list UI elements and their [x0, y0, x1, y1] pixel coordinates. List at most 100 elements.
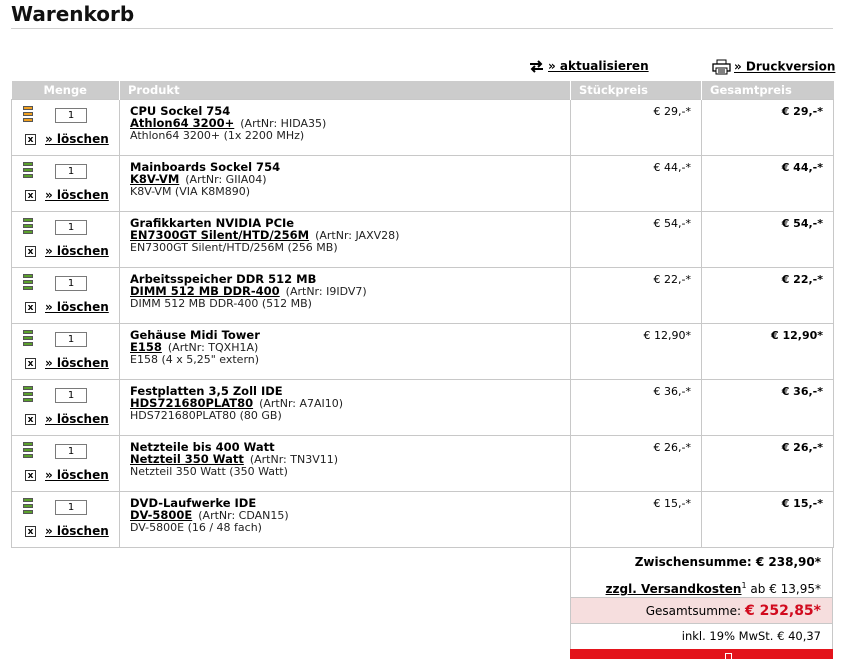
delete-link[interactable]: » löschen: [45, 188, 109, 202]
table-row: x » löschen CPU Sockel 754 Athlon64 3200…: [11, 99, 834, 156]
quantity-input[interactable]: [55, 108, 87, 123]
shipping-value: ab € 13,95*: [750, 582, 821, 596]
product-description: EN7300GT Silent/HTD/256M (256 MB): [130, 241, 338, 254]
delete-checkbox[interactable]: x: [25, 190, 36, 201]
checkout-icon: [725, 653, 732, 659]
table-row: x » löschen Arbeitsspeicher DDR 512 MB D…: [11, 267, 834, 324]
unit-price: € 15,-*: [653, 497, 691, 510]
total-price: € 44,-*: [781, 161, 823, 174]
total-price: € 12,90*: [770, 329, 823, 342]
table-row: x » löschen Gehäuse Midi Tower E158(ArtN…: [11, 323, 834, 380]
product-name-link[interactable]: DIMM 512 MB DDR-400: [130, 284, 280, 298]
product-name-link[interactable]: DV-5800E: [130, 508, 192, 522]
quantity-input[interactable]: [55, 332, 87, 347]
header-produkt: Produkt: [119, 81, 571, 100]
header-menge: Menge: [11, 81, 120, 100]
product-description: Netzteil 350 Watt (350 Watt): [130, 465, 288, 478]
header-stueckpreis: Stückpreis: [570, 81, 702, 100]
subtotal-value: € 238,90*: [755, 555, 821, 569]
product-name-link[interactable]: K8V-VM: [130, 172, 179, 186]
unit-price: € 26,-*: [653, 441, 691, 454]
refresh-action[interactable]: » aktualisieren: [528, 59, 649, 74]
stock-indicator-icon: [23, 442, 33, 460]
unit-price: € 44,-*: [653, 161, 691, 174]
delete-checkbox[interactable]: x: [25, 414, 36, 425]
product-name-link[interactable]: E158: [130, 340, 162, 354]
product-description: DV-5800E (16 / 48 fach): [130, 521, 262, 534]
total-price: € 29,-*: [781, 105, 823, 118]
product-category: Gehäuse Midi Tower: [130, 328, 260, 342]
refresh-icon: [530, 60, 543, 73]
quantity-input[interactable]: [55, 500, 87, 515]
delete-checkbox[interactable]: x: [25, 358, 36, 369]
refresh-link[interactable]: » aktualisieren: [548, 59, 649, 73]
printer-icon: [712, 59, 731, 75]
quantity-input[interactable]: [55, 164, 87, 179]
product-description: HDS721680PLAT80 (80 GB): [130, 409, 282, 422]
print-link[interactable]: » Druckversion: [734, 60, 835, 74]
delete-link[interactable]: » löschen: [45, 468, 109, 482]
delete-link[interactable]: » löschen: [45, 244, 109, 258]
title-divider: [11, 28, 833, 29]
stock-indicator-icon: [23, 498, 33, 516]
total-price: € 22,-*: [781, 273, 823, 286]
order-summary: Zwischensumme: € 238,90* zzgl. Versandko…: [570, 548, 833, 659]
checkout-bar[interactable]: [570, 649, 833, 659]
table-row: x » löschen DVD-Laufwerke IDE DV-5800E(A…: [11, 491, 834, 548]
total-price: € 26,-*: [781, 441, 823, 454]
product-name-link[interactable]: HDS721680PLAT80: [130, 396, 253, 410]
shipping-footnote: 1: [741, 581, 747, 590]
subtotal-label: Zwischensumme:: [634, 555, 752, 569]
unit-price: € 29,-*: [653, 105, 691, 118]
product-name-link[interactable]: EN7300GT Silent/HTD/256M: [130, 228, 309, 242]
delete-link[interactable]: » löschen: [45, 356, 109, 370]
shipping-row: zzgl. Versandkosten1 ab € 13,95*: [570, 575, 833, 597]
unit-price: € 12,90*: [643, 329, 692, 342]
unit-price: € 54,-*: [653, 217, 691, 230]
table-row: x » löschen Festplatten 3,5 Zoll IDE HDS…: [11, 379, 834, 436]
table-header: Menge Produkt Stückpreis Gesamtpreis: [11, 81, 834, 100]
product-name-link[interactable]: Athlon64 3200+: [130, 116, 234, 130]
delete-link[interactable]: » löschen: [45, 300, 109, 314]
product-description: K8V-VM (VIA K8M890): [130, 185, 251, 198]
print-action[interactable]: » Druckversion: [712, 59, 835, 75]
unit-price: € 36,-*: [653, 385, 691, 398]
stock-indicator-icon: [23, 218, 33, 236]
quantity-input[interactable]: [55, 388, 87, 403]
product-description: Athlon64 3200+ (1x 2200 MHz): [130, 129, 305, 142]
product-category: DVD-Laufwerke IDE: [130, 496, 257, 510]
delete-checkbox[interactable]: x: [25, 134, 36, 145]
delete-link[interactable]: » löschen: [45, 524, 109, 538]
total-price: € 36,-*: [781, 385, 823, 398]
product-description: E158 (4 x 5,25" extern): [130, 353, 260, 366]
vat-row: inkl. 19% MwSt. € 40,37: [570, 624, 833, 649]
delete-checkbox[interactable]: x: [25, 246, 36, 257]
delete-link[interactable]: » löschen: [45, 132, 109, 146]
stock-indicator-icon: [23, 162, 33, 180]
product-name-link[interactable]: Netzteil 350 Watt: [130, 452, 244, 466]
stock-indicator-icon: [23, 106, 33, 124]
table-row: x » löschen Netzteile bis 400 Watt Netzt…: [11, 435, 834, 492]
delete-checkbox[interactable]: x: [25, 302, 36, 313]
quantity-input[interactable]: [55, 444, 87, 459]
stock-indicator-icon: [23, 386, 33, 404]
total-label: Gesamtsumme:: [645, 604, 742, 618]
cart-table: Menge Produkt Stückpreis Gesamtpreis x »…: [11, 81, 834, 548]
product-category: Mainboards Sockel 754: [130, 160, 281, 174]
shipping-link[interactable]: zzgl. Versandkosten: [606, 582, 742, 596]
table-row: x » löschen Grafikkarten NVIDIA PCIe EN7…: [11, 211, 834, 268]
total-price: € 54,-*: [781, 217, 823, 230]
total-value: € 252,85*: [745, 603, 821, 619]
delete-checkbox[interactable]: x: [25, 470, 36, 481]
quantity-input[interactable]: [55, 276, 87, 291]
unit-price: € 22,-*: [653, 273, 691, 286]
stock-indicator-icon: [23, 330, 33, 348]
quantity-input[interactable]: [55, 220, 87, 235]
page-title: Warenkorb: [11, 2, 135, 26]
delete-link[interactable]: » löschen: [45, 412, 109, 426]
product-description: DIMM 512 MB DDR-400 (512 MB): [130, 297, 312, 310]
stock-indicator-icon: [23, 274, 33, 292]
delete-checkbox[interactable]: x: [25, 526, 36, 537]
subtotal-row: Zwischensumme: € 238,90*: [570, 548, 833, 575]
total-row: Gesamtsumme: € 252,85*: [570, 597, 833, 624]
